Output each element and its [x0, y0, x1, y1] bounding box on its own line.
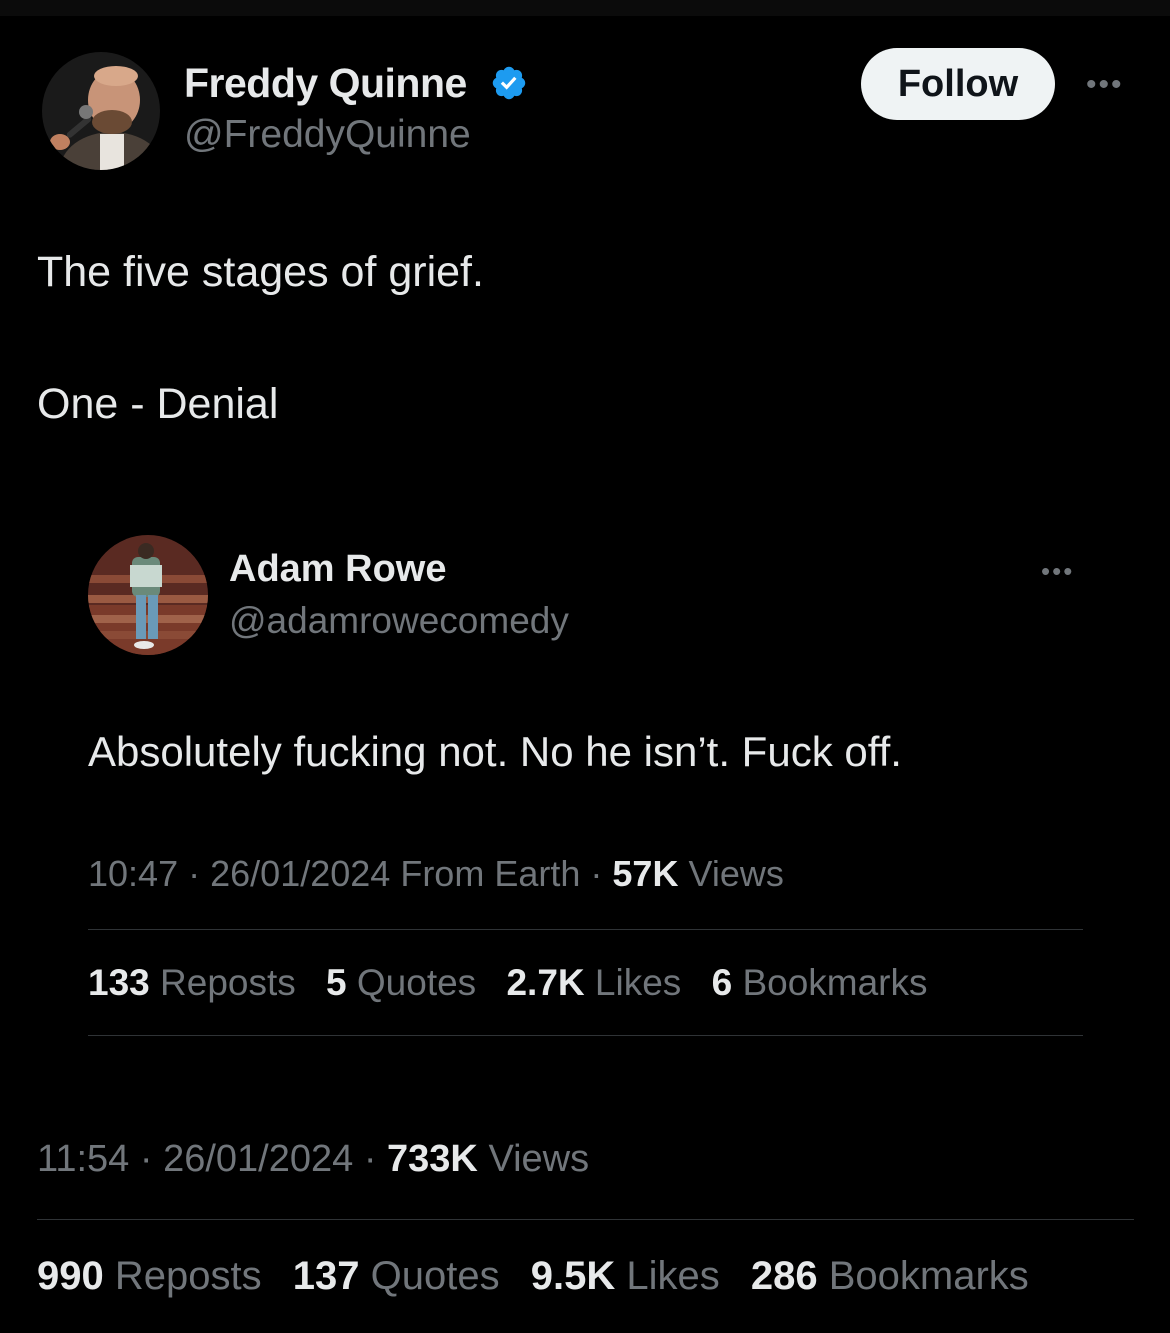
quoted-avatar[interactable] — [88, 535, 208, 655]
divider — [88, 1035, 1083, 1036]
author-display-name[interactable]: Freddy Quinne — [184, 60, 467, 107]
avatar-image — [42, 52, 160, 170]
tweet-stats: 990 Reposts 137 Quotes 9.5K Likes 286 Bo… — [37, 1254, 1049, 1299]
separator: · — [590, 853, 603, 894]
verified-badge-icon[interactable] — [490, 64, 528, 102]
avatar[interactable] — [42, 52, 160, 170]
divider — [88, 929, 1083, 930]
quoted-author-handle[interactable]: @adamrowecomedy — [229, 600, 569, 642]
divider — [37, 1219, 1134, 1220]
quoted-author-display-name[interactable]: Adam Rowe — [229, 548, 446, 591]
separator: · — [363, 1138, 377, 1180]
quoted-tweet-stats: 133 Reposts 5 Quotes 2.7K Likes 6 Bookma… — [88, 962, 948, 1004]
author-handle[interactable]: @FreddyQuinne — [184, 113, 471, 157]
tweet-time[interactable]: 10:47 — [88, 853, 178, 894]
quoted-tweet-text: Absolutely fucking not. No he isn’t. Fuc… — [88, 728, 902, 775]
more-options-icon[interactable]: ••• — [1086, 70, 1124, 100]
tweet-text-line: One - Denial — [37, 380, 279, 428]
likes-stat[interactable]: 9.5K Likes — [531, 1254, 720, 1298]
follow-button[interactable]: Follow — [861, 48, 1055, 120]
status-bar-strip — [0, 0, 1170, 16]
tweet-date[interactable]: 26/01/2024 — [163, 1138, 353, 1180]
views-label: Views — [688, 853, 784, 894]
avatar-image — [88, 535, 208, 655]
more-options-icon[interactable]: ••• — [1041, 558, 1074, 584]
quotes-stat[interactable]: 5 Quotes — [326, 962, 476, 1003]
quotes-stat[interactable]: 137 Quotes — [293, 1254, 500, 1298]
reposts-stat[interactable]: 133 Reposts — [88, 962, 296, 1003]
reposts-stat[interactable]: 990 Reposts — [37, 1254, 262, 1298]
tweet-date[interactable]: 26/01/2024 — [210, 853, 390, 894]
views-label: Views — [488, 1138, 590, 1180]
separator: · — [188, 853, 201, 894]
tweet-meta: 11:54 · 26/01/2024 · 733K Views — [37, 1138, 589, 1181]
separator: · — [139, 1138, 153, 1180]
tweet-time[interactable]: 11:54 — [37, 1138, 129, 1180]
views-count: 57K — [612, 853, 679, 894]
tweet-text-line: The five stages of grief. — [37, 248, 484, 296]
likes-stat[interactable]: 2.7K Likes — [506, 962, 681, 1003]
tweet-source: From Earth — [400, 853, 581, 894]
bookmarks-stat[interactable]: 286 Bookmarks — [751, 1254, 1029, 1298]
quoted-tweet-meta: 10:47 · 26/01/2024 From Earth · 57K View… — [88, 853, 784, 895]
views-count: 733K — [387, 1138, 478, 1180]
bookmarks-stat[interactable]: 6 Bookmarks — [712, 962, 928, 1003]
